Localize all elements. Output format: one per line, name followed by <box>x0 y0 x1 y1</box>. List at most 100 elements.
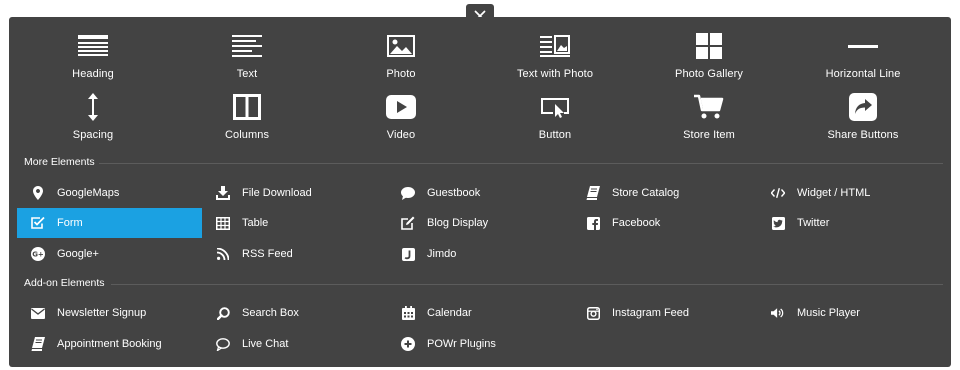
text-icon <box>231 31 263 61</box>
share-buttons-icon <box>847 92 879 122</box>
tile-share-buttons[interactable]: Share Buttons <box>786 92 940 153</box>
map-pin-icon <box>31 186 45 200</box>
item-label: Facebook <box>612 217 661 229</box>
search-icon <box>216 306 230 320</box>
item-newsletter-signup[interactable]: Newsletter Signup <box>17 298 202 328</box>
item-label: Twitter <box>797 217 830 229</box>
item-label: Instagram Feed <box>612 307 690 319</box>
item-widget-html[interactable]: Widget / HTML <box>757 178 942 208</box>
svg-text:G+: G+ <box>32 251 44 259</box>
rss-icon <box>216 247 230 261</box>
more-elements-row-1: GoogleMaps File Download Guestbook Store… <box>17 178 943 208</box>
tile-label: Photo Gallery <box>675 68 743 80</box>
calendar-icon <box>401 306 415 320</box>
item-label: GoogleMaps <box>57 187 120 199</box>
item-label: Google+ <box>57 248 99 260</box>
item-label: Jimdo <box>427 248 457 260</box>
video-icon <box>385 92 417 122</box>
addon-elements-title: Add-on Elements <box>24 277 105 289</box>
item-store-catalog[interactable]: Store Catalog <box>572 178 757 208</box>
empty-cell <box>757 239 942 269</box>
twitter-icon <box>771 216 785 230</box>
item-label: POWr Plugins <box>427 338 496 350</box>
envelope-icon <box>31 306 45 320</box>
tile-heading[interactable]: Heading <box>16 31 170 92</box>
addon-elements-row-1: Newsletter Signup Search Box Calendar In… <box>17 298 943 328</box>
addon-elements-row-2: Appointment Booking Live Chat POWr Plugi… <box>17 329 943 359</box>
item-label: Search Box <box>242 307 299 319</box>
basic-elements-grid: Heading Text Photo Text with Photo Photo… <box>9 31 951 153</box>
item-powr-plugins[interactable]: POWr Plugins <box>387 329 572 359</box>
item-instagram-feed[interactable]: Instagram Feed <box>572 298 757 328</box>
tile-label: Spacing <box>72 129 114 141</box>
instagram-icon <box>586 306 600 320</box>
tile-spacing[interactable]: Spacing <box>16 92 170 153</box>
button-icon <box>539 92 571 122</box>
store-item-icon <box>693 92 725 122</box>
tile-store-item[interactable]: Store Item <box>632 92 786 153</box>
item-label: Calendar <box>427 307 472 319</box>
section-divider <box>111 284 943 285</box>
tile-label: Text with Photo <box>516 68 594 80</box>
appointment-book-icon <box>31 337 45 351</box>
item-music-player[interactable]: Music Player <box>757 298 942 328</box>
item-label: Appointment Booking <box>57 338 162 350</box>
edit-icon <box>401 216 415 230</box>
text-with-photo-icon <box>539 31 571 61</box>
photo-gallery-icon <box>693 31 725 61</box>
photo-icon <box>385 31 417 61</box>
item-jimdo[interactable]: Jimdo <box>387 239 572 269</box>
item-google-plus[interactable]: G+ Google+ <box>17 239 202 269</box>
item-label: Live Chat <box>242 338 289 350</box>
item-rss-feed[interactable]: RSS Feed <box>202 239 387 269</box>
item-label: Newsletter Signup <box>57 307 147 319</box>
tile-photo[interactable]: Photo <box>324 31 478 92</box>
heading-icon <box>77 31 109 61</box>
item-label: Music Player <box>797 307 860 319</box>
speech-bubble-icon <box>401 186 415 200</box>
item-guestbook[interactable]: Guestbook <box>387 178 572 208</box>
item-form[interactable]: Form <box>17 208 202 238</box>
item-googlemaps[interactable]: GoogleMaps <box>17 178 202 208</box>
tile-label: Columns <box>224 129 270 141</box>
item-label: Table <box>242 217 269 229</box>
tile-label: Horizontal Line <box>825 68 901 80</box>
item-table[interactable]: Table <box>202 208 387 238</box>
item-calendar[interactable]: Calendar <box>387 298 572 328</box>
item-label: Guestbook <box>427 187 481 199</box>
tile-columns[interactable]: Columns <box>170 92 324 153</box>
jimdo-icon <box>401 247 415 261</box>
tile-label: Share Buttons <box>827 129 899 141</box>
item-label: File Download <box>242 187 312 199</box>
plus-circle-icon <box>401 337 415 351</box>
item-label: Widget / HTML <box>797 187 871 199</box>
tile-video[interactable]: Video <box>324 92 478 153</box>
item-facebook[interactable]: Facebook <box>572 208 757 238</box>
code-icon <box>771 186 785 200</box>
tile-label: Button <box>538 129 572 141</box>
item-twitter[interactable]: Twitter <box>757 208 942 238</box>
speaker-icon <box>771 306 785 320</box>
google-plus-icon: G+ <box>31 247 45 261</box>
item-file-download[interactable]: File Download <box>202 178 387 208</box>
tile-horizontal-line[interactable]: Horizontal Line <box>786 31 940 92</box>
tile-label: Heading <box>72 68 114 80</box>
tile-text[interactable]: Text <box>170 31 324 92</box>
checkbox-icon <box>31 216 45 230</box>
tile-photo-gallery[interactable]: Photo Gallery <box>632 31 786 92</box>
empty-cell <box>572 239 757 269</box>
item-appointment-booking[interactable]: Appointment Booking <box>17 329 202 359</box>
spacing-icon <box>77 92 109 122</box>
item-label: Store Catalog <box>612 187 680 199</box>
item-live-chat[interactable]: Live Chat <box>202 329 387 359</box>
empty-cell <box>757 329 942 359</box>
tile-label: Text <box>236 68 258 80</box>
item-blog-display[interactable]: Blog Display <box>387 208 572 238</box>
item-label: Blog Display <box>427 217 489 229</box>
table-icon <box>216 216 230 230</box>
tile-text-with-photo[interactable]: Text with Photo <box>478 31 632 92</box>
more-elements-row-3: G+ Google+ RSS Feed Jimdo <box>17 239 943 269</box>
section-divider <box>99 163 943 164</box>
item-search-box[interactable]: Search Box <box>202 298 387 328</box>
tile-button[interactable]: Button <box>478 92 632 153</box>
